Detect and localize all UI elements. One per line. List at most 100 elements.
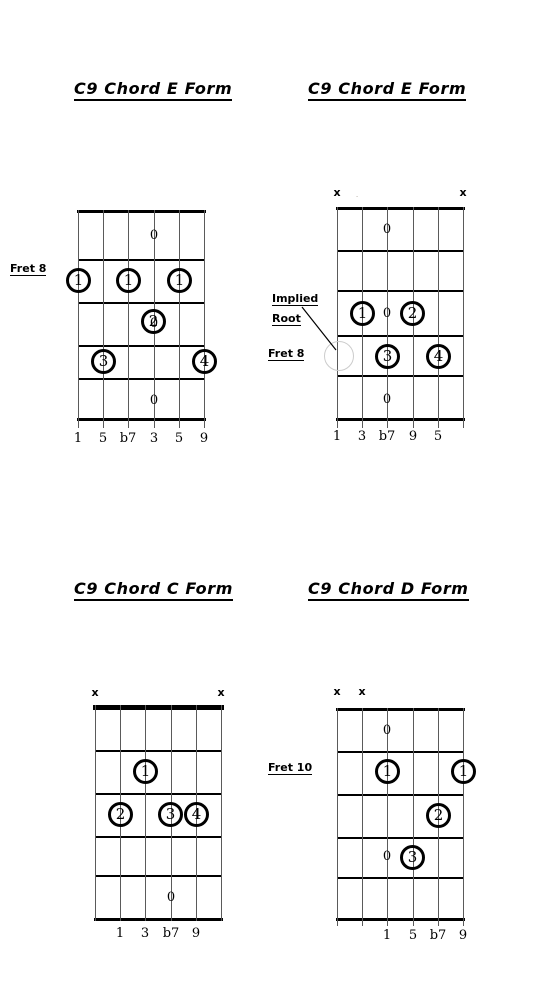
chord-diagram-c9-c-form: x x 0 1 2 3 4 1 3 b7 9 bbox=[91, 687, 224, 941]
muted-string-x-icon: x bbox=[333, 685, 341, 698]
fret-line-1 bbox=[337, 751, 464, 753]
fret-line-5 bbox=[336, 418, 465, 421]
string-line-5 bbox=[438, 207, 439, 428]
open-marker: 0 bbox=[382, 306, 392, 321]
string-line-3 bbox=[145, 705, 146, 921]
fret-line-4 bbox=[337, 877, 464, 879]
finger-dot: 3 bbox=[158, 802, 183, 827]
fret-line-2 bbox=[78, 302, 205, 304]
fret-position-label-c9-d-form: Fret 10 bbox=[268, 761, 313, 775]
finger-dot: 3 bbox=[375, 344, 400, 369]
interval-label: b7 bbox=[119, 431, 137, 446]
finger-dot: 4 bbox=[426, 344, 451, 369]
string-line-6 bbox=[463, 708, 464, 926]
interval-label: b7 bbox=[162, 926, 180, 941]
interval-label: 3 bbox=[357, 429, 367, 444]
open-marker: 0 bbox=[382, 849, 392, 864]
fret-line-4 bbox=[95, 875, 222, 877]
finger-dot: 1 bbox=[116, 268, 141, 293]
interval-label: 9 bbox=[458, 928, 468, 943]
implied-root-label-line2: Root bbox=[272, 312, 301, 326]
fret-line-5 bbox=[94, 918, 223, 921]
interval-label: 1 bbox=[73, 431, 83, 446]
muted-string-x-icon: x bbox=[333, 186, 341, 199]
muted-string-x-icon: x bbox=[217, 686, 225, 699]
fret-line-3 bbox=[95, 836, 222, 838]
chord-diagram-c9-d-form: x x 0 0 1 1 2 3 1 5 b7 9 bbox=[333, 686, 476, 943]
interval-label: 3 bbox=[140, 926, 150, 941]
finger-dot: 1 bbox=[66, 268, 91, 293]
finger-dot: 2 bbox=[400, 301, 425, 326]
fret-line-4 bbox=[337, 375, 464, 377]
muted-string-x-icon: x bbox=[459, 186, 467, 199]
finger-dot: 4 bbox=[184, 802, 209, 827]
open-marker: 0 bbox=[166, 890, 176, 905]
interval-label: 9 bbox=[199, 431, 209, 446]
string-line-2 bbox=[362, 708, 363, 926]
string-line-6 bbox=[221, 705, 222, 921]
chord-diagram-c9-e-form-left: 0 0 0 1 1 1 2 3 4 1 5 b7 3 5 9 bbox=[66, 210, 217, 446]
open-marker: 0 bbox=[149, 393, 159, 408]
finger-dot: 4 bbox=[192, 349, 217, 374]
fret-line-top bbox=[336, 708, 465, 711]
string-line-3 bbox=[128, 210, 129, 428]
fret-line-4 bbox=[78, 378, 205, 380]
title-c9-e-form-left: C9 Chord E Form bbox=[74, 80, 233, 101]
fret-line-2 bbox=[337, 290, 464, 292]
fret-line-2 bbox=[337, 794, 464, 796]
interval-label: b7 bbox=[378, 429, 396, 444]
fret-line-top bbox=[336, 207, 465, 210]
interval-label: 1 bbox=[382, 928, 392, 943]
title-c9-e-form-right: C9 Chord E Form bbox=[308, 80, 467, 101]
open-marker: 0 bbox=[382, 392, 392, 407]
interval-label: 5 bbox=[174, 431, 184, 446]
fret-line-3 bbox=[337, 837, 464, 839]
string-line-1 bbox=[95, 705, 96, 921]
interval-label: 5 bbox=[433, 429, 443, 444]
fret-line-1 bbox=[337, 250, 464, 252]
fret-line-top bbox=[77, 210, 206, 213]
muted-string-x-icon: x bbox=[358, 685, 366, 698]
title-c9-d-form: C9 Chord D Form bbox=[308, 580, 469, 601]
finger-dot: 1 bbox=[451, 759, 476, 784]
interval-label: b7 bbox=[429, 928, 447, 943]
chord-diagram-c9-e-form-right: x . x 0 0 0 1 2 3 4 1 3 b7 9 5 bbox=[324, 187, 467, 444]
finger-dot: 1 bbox=[350, 301, 375, 326]
interval-label: 5 bbox=[98, 431, 108, 446]
implied-root-leader-line bbox=[301, 306, 337, 351]
implied-root-label-line1: Implied bbox=[272, 292, 319, 306]
interval-label: 1 bbox=[332, 429, 342, 444]
interval-label: 9 bbox=[408, 429, 418, 444]
fret-line-1 bbox=[95, 750, 222, 752]
finger-dot: 1 bbox=[133, 759, 158, 784]
finger-dot: 3 bbox=[91, 349, 116, 374]
nut-line bbox=[93, 705, 224, 710]
muted-string-dot-icon: . bbox=[356, 193, 358, 199]
fret-line-2 bbox=[95, 793, 222, 795]
fret-line-3 bbox=[337, 335, 464, 337]
finger-dot: 2 bbox=[426, 803, 451, 828]
fret-position-label-c9-e-form-left: Fret 8 bbox=[10, 262, 47, 276]
string-line-1 bbox=[337, 708, 338, 926]
string-line-6 bbox=[463, 207, 464, 428]
open-marker: 0 bbox=[382, 222, 392, 237]
interval-label: 9 bbox=[191, 926, 201, 941]
finger-dot: 1 bbox=[167, 268, 192, 293]
fret-line-5 bbox=[77, 418, 206, 421]
fret-position-label-c9-e-form-right: Fret 8 bbox=[268, 347, 305, 361]
fret-line-5 bbox=[336, 918, 465, 921]
finger-dot: 2 bbox=[108, 802, 133, 827]
string-line-5 bbox=[179, 210, 180, 428]
string-line-4 bbox=[413, 708, 414, 926]
open-marker: 0 bbox=[149, 228, 159, 243]
string-line-6 bbox=[204, 210, 205, 428]
finger-dot: 2 bbox=[141, 309, 166, 334]
interval-label: 3 bbox=[149, 431, 159, 446]
interval-label: 1 bbox=[115, 926, 125, 941]
finger-dot: 3 bbox=[400, 845, 425, 870]
fret-line-1 bbox=[78, 259, 205, 261]
open-marker: 0 bbox=[382, 723, 392, 738]
string-line-3 bbox=[387, 708, 388, 926]
fret-line-3 bbox=[78, 345, 205, 347]
string-line-2 bbox=[103, 210, 104, 428]
